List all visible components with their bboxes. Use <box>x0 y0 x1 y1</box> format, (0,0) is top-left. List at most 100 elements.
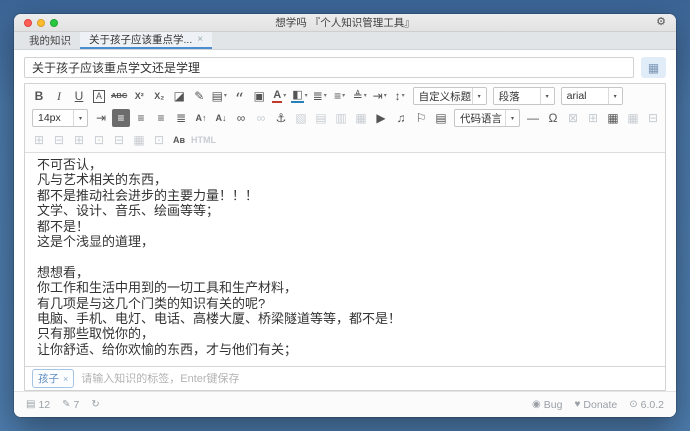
chevron-down-icon: ▾ <box>401 93 405 99</box>
image-align-center-button: ▤ <box>312 109 330 127</box>
chevron-down-icon[interactable]: ▾ <box>73 110 87 126</box>
background-color-button[interactable]: ◧ ▾ <box>290 87 308 105</box>
char-border-button[interactable]: A <box>90 87 108 105</box>
editor-line: 电脑、手机、电灯、电话、高楼大厦、桥梁隧道等等，都不是！ <box>37 310 402 326</box>
image-align-right-icon: ▥ <box>335 111 347 125</box>
line-height-button[interactable]: ↕ ▾ <box>391 87 409 105</box>
insert-link-button[interactable]: ∞ <box>232 109 250 127</box>
unordered-list-icon: ≡ <box>334 89 342 103</box>
format-painter-button[interactable]: ✎ <box>190 87 208 105</box>
tag-chip[interactable]: 孩子 × <box>32 369 75 388</box>
insert-link-icon: ∞ <box>236 111 246 125</box>
chevron-down-icon: ▾ <box>323 93 327 99</box>
superscript-button[interactable]: X² <box>130 87 148 105</box>
blockquote-button[interactable]: “ <box>230 87 248 107</box>
insert-location-button[interactable]: ⚐ <box>412 109 430 127</box>
case-toggle-button[interactable]: Aʙ <box>170 131 188 149</box>
editor-line: 不可否认， <box>37 157 103 172</box>
heading-style-select-value: 自定义标题 <box>418 90 472 103</box>
chevron-down-icon[interactable]: ▾ <box>471 88 486 104</box>
font-size-select[interactable]: 14px ▾ <box>32 109 88 127</box>
tab-current-note[interactable]: 关于孩子应该重点学... × <box>80 32 213 49</box>
increase-font-size-button[interactable]: A↑ <box>192 109 210 127</box>
bug-link[interactable]: ◉ Bug <box>532 399 562 411</box>
paragraph-style-button[interactable]: ▤ ▾ <box>210 87 228 105</box>
unordered-list-button[interactable]: ≡ ▾ <box>331 87 349 105</box>
first-line-indent-button[interactable]: ⇥ <box>92 109 110 127</box>
font-family-select[interactable]: arial ▾ <box>560 87 623 105</box>
delete-table-icon: ▦ <box>627 111 639 125</box>
ordered-list-button[interactable]: ≣ ▾ <box>311 87 329 105</box>
export-note-button[interactable]: ▦ <box>641 57 666 78</box>
indent-button[interactable]: ⇥ ▾ <box>371 87 389 105</box>
align-center-button[interactable]: ≡ <box>132 109 150 127</box>
heading-style-select[interactable]: 自定义标题 ▾ <box>412 87 487 105</box>
background-color-icon: ◧ <box>291 88 304 103</box>
decrease-font-size-button[interactable]: A↓ <box>212 109 230 127</box>
donate-link-icon: ♥ <box>574 399 581 410</box>
code-language-select-value: 代码语言 <box>460 112 502 125</box>
line-height-icon: ↕ <box>394 89 401 103</box>
horizontal-rule-button[interactable]: — <box>524 109 542 127</box>
tag-input[interactable] <box>81 372 658 385</box>
strikethrough-icon: ABC <box>111 91 128 101</box>
chevron-down-icon[interactable]: ▾ <box>607 88 622 104</box>
align-left-button[interactable]: ≡ <box>112 109 130 127</box>
insert-document-button[interactable]: ▤ <box>432 109 450 127</box>
toolbar-row-3: ⊞ ⊟ ⊞ ⊡ ⊟ ▦ ⊡ Aʙ HTML <box>27 129 663 151</box>
tab-bar: 我的知识 关于孩子应该重点学... × <box>14 32 676 50</box>
clear-format-button[interactable]: ◪ <box>170 87 188 105</box>
align-right-button[interactable]: ≡ <box>152 109 170 127</box>
tag-remove-icon[interactable]: × <box>63 374 68 384</box>
chevron-down-icon[interactable]: ▾ <box>505 110 519 126</box>
html-source-icon: HTML <box>191 134 216 145</box>
align-justify-button[interactable]: ≣ <box>172 109 190 127</box>
chevron-down-icon: ▾ <box>383 93 387 99</box>
editor-toolbar: B I U A ABC X² X₂ ◪ ✎ ▤ ▾ “▣ A ▾ ◧ ▾ ≣ ▾ ≡ ▾ ≜ ▾ ⇥ ▾ ↕ ▾ 自定义标题 ▾ 段落 ▾… <box>25 84 665 153</box>
window-title: 想学吗 『个人知识管理工具』 <box>275 17 415 29</box>
paste-button[interactable]: ▣ <box>250 87 268 105</box>
note-title-input[interactable] <box>24 57 634 78</box>
indent-icon: ⇥ <box>372 89 383 103</box>
code-language-select[interactable]: 代码语言 ▾ <box>454 109 520 127</box>
donate-link[interactable]: ♥ Donate <box>574 399 617 411</box>
chevron-down-icon[interactable]: ▾ <box>539 88 554 104</box>
editor-panel: B I U A ABC X² X₂ ◪ ✎ ▤ ▾ “▣ A ▾ ◧ ▾ ≣ ▾ ≡ ▾ ≜ ▾ ⇥ ▾ ↕ ▾ 自定义标题 ▾ 段落 ▾… <box>24 83 666 391</box>
font-family-select-value: arial <box>566 90 587 102</box>
remove-link-button: ∞ <box>252 109 270 127</box>
status-counts: ▤ 12 ✎ 7 ↻ <box>26 399 100 411</box>
insert-document-icon: ▤ <box>435 111 447 125</box>
tab-my-knowledge[interactable]: 我的知识 <box>20 32 80 49</box>
first-line-indent-icon: ⇥ <box>95 111 107 125</box>
font-color-button[interactable]: A ▾ <box>270 87 288 105</box>
insert-table-button[interactable]: ▦ <box>604 109 622 127</box>
insert-video-button[interactable]: ▶ <box>372 109 390 127</box>
tab-label: 我的知识 <box>29 35 71 47</box>
paragraph-spacing-button[interactable]: ≜ ▾ <box>351 87 369 105</box>
sync-refresh[interactable]: ↻ <box>91 399 99 410</box>
table-header-toggle-icon: ⊞ <box>33 133 45 147</box>
tab-close-icon[interactable]: × <box>197 34 203 45</box>
underline-button[interactable]: U <box>70 87 88 105</box>
subscript-button[interactable]: X₂ <box>150 87 168 105</box>
italic-button[interactable]: I <box>50 87 68 105</box>
increase-font-size-icon: A↑ <box>195 112 207 123</box>
paragraph-format-select[interactable]: 段落 ▾ <box>492 87 555 105</box>
version-label-text: 6.0.2 <box>640 398 664 411</box>
image-align-right-button: ▥ <box>332 109 350 127</box>
special-character-icon: Ω <box>548 111 558 125</box>
insert-table-icon: ▦ <box>607 111 619 125</box>
bold-button[interactable]: B <box>30 87 48 105</box>
merge-cells-icon: ⊠ <box>567 111 579 125</box>
special-character-button[interactable]: Ω <box>544 109 562 127</box>
settings-gear-icon[interactable]: ⚙ <box>656 17 666 28</box>
strikethrough-button[interactable]: ABC <box>110 87 128 105</box>
paragraph-spacing-icon: ≜ <box>352 89 363 103</box>
tab-label: 关于孩子应该重点学... <box>89 34 193 46</box>
insert-music-button[interactable]: ♫ <box>392 109 410 127</box>
table-properties-icon: ▦ <box>133 133 145 147</box>
editor-content-area[interactable]: 不可否认， 凡与艺术相关的东西， 都不是推动社会进步的主要力量！！！ 文学、设计、音乐… <box>25 153 665 366</box>
split-cells-button: ⊞ <box>584 109 602 127</box>
anchor-button[interactable]: ⚓ <box>272 109 290 127</box>
